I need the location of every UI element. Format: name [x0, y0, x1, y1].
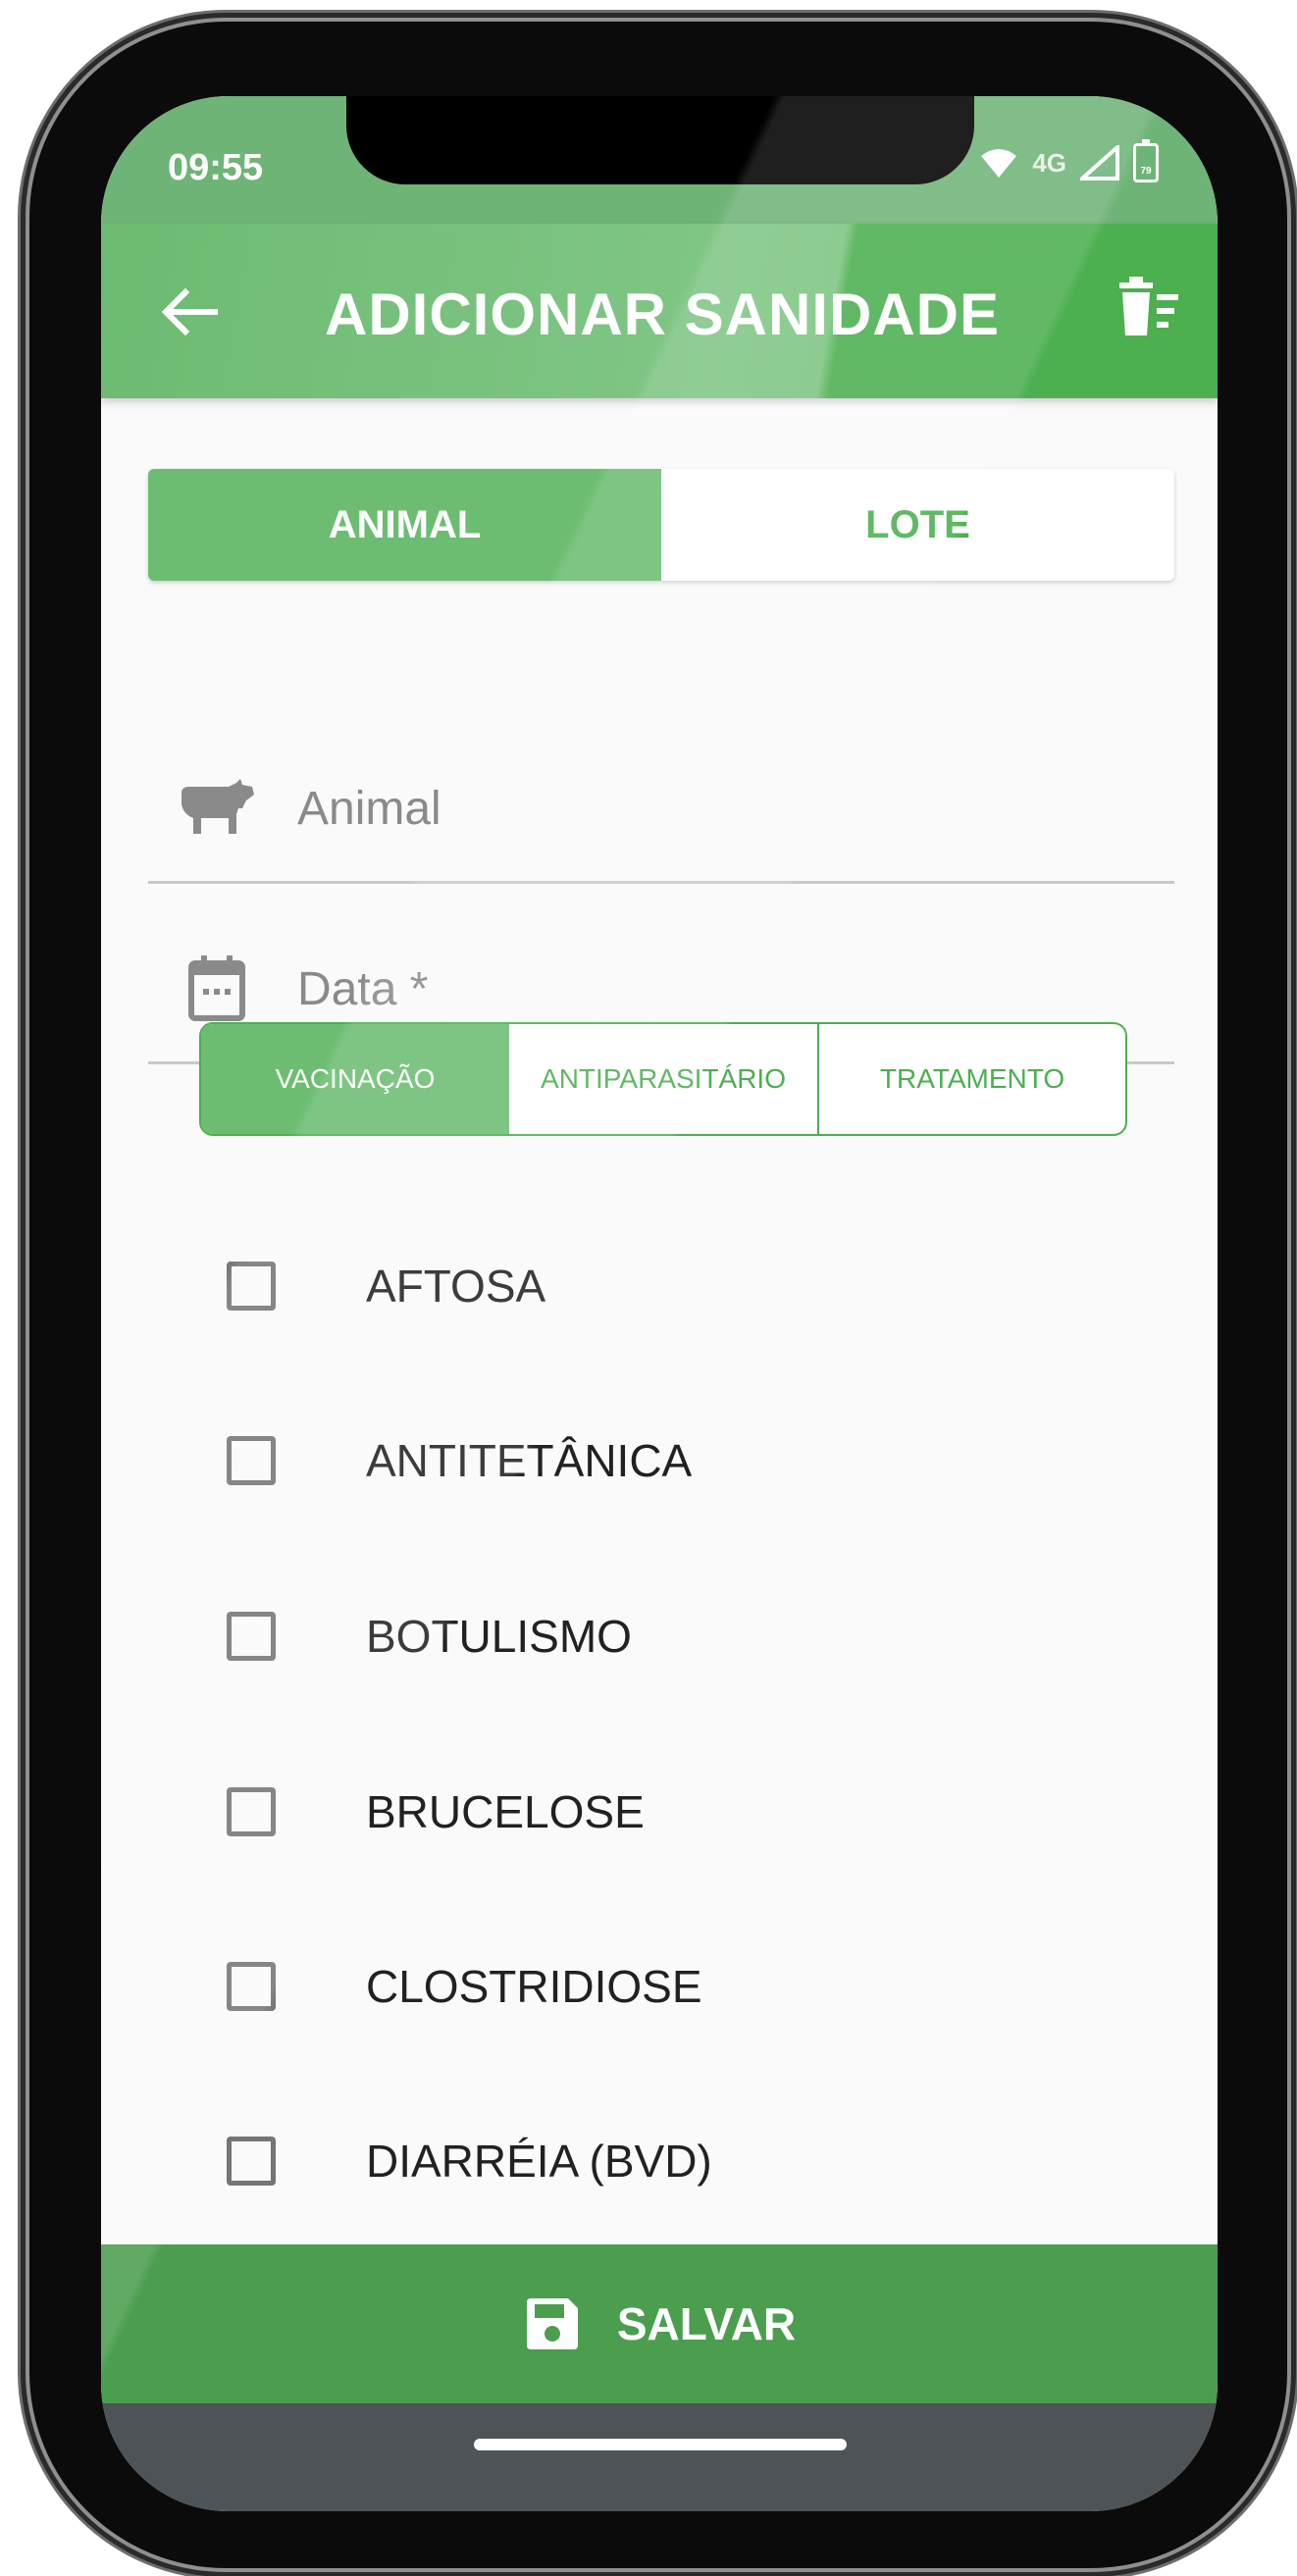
checkbox[interactable] — [227, 2137, 276, 2186]
tab-lote-label: LOTE — [865, 502, 970, 546]
navigation-bar — [101, 2403, 1218, 2511]
checkbox[interactable] — [227, 1787, 276, 1836]
battery-level: 79 — [1140, 166, 1152, 177]
tab-animal-label: ANIMAL — [328, 502, 482, 546]
status-bar: 09:55 4G 79 — [101, 96, 1218, 224]
vaccine-label: DIARRÉIA (BVD) — [366, 2136, 712, 2187]
wifi-icon — [981, 149, 1017, 178]
tab-tratamento[interactable]: TRATAMENTO — [817, 1024, 1125, 1134]
list-item[interactable]: DIARRÉIA (BVD) — [101, 2089, 1218, 2237]
vaccine-label: AFTOSA — [366, 1261, 546, 1312]
back-button[interactable] — [150, 273, 229, 351]
animal-input[interactable] — [295, 773, 1133, 844]
save-label: SALVAR — [616, 2298, 797, 2349]
type-tabs: VACINAÇÃO ANTIPARASITÁRIO TRATAMENTO — [199, 1022, 1127, 1136]
tab-lote[interactable]: LOTE — [661, 469, 1174, 581]
calendar-icon — [188, 955, 245, 1021]
tab-antiparasitario[interactable]: ANTIPARASITÁRIO — [509, 1024, 817, 1134]
home-indicator[interactable] — [474, 2439, 847, 2450]
delete-sweep-icon — [1119, 277, 1178, 335]
tab-antiparasitario-label: ANTIPARASITÁRIO — [541, 1063, 786, 1094]
floppy-disk-icon — [526, 2298, 578, 2349]
checkbox[interactable] — [227, 1612, 276, 1661]
status-icons: 4G 79 — [979, 139, 1159, 182]
tab-vacinacao-label: VACINAÇÃO — [275, 1063, 436, 1094]
device-frame: 09:55 4G 79 ADICIONAR SANIDADE ANIMAL LO… — [0, 0, 1297, 2576]
save-button[interactable]: SALVAR — [101, 2244, 1218, 2403]
list-item[interactable]: CLOSTRIDIOSE — [101, 1915, 1218, 2062]
checkbox[interactable] — [227, 1436, 276, 1485]
network-type: 4G — [1032, 147, 1066, 178]
status-time: 09:55 — [168, 147, 264, 188]
vaccine-label: BOTULISMO — [366, 1611, 632, 1662]
app-screen: 09:55 4G 79 ADICIONAR SANIDADE ANIMAL LO… — [101, 96, 1218, 2511]
tab-tratamento-label: TRATAMENTO — [879, 1063, 1065, 1094]
vaccine-label: BRUCELOSE — [366, 1786, 645, 1837]
checkbox[interactable] — [227, 1962, 276, 2011]
signal-icon — [1080, 145, 1119, 180]
list-item[interactable]: AFTOSA — [101, 1214, 1218, 1362]
page-title: ADICIONAR SANIDADE — [325, 282, 1001, 347]
cow-icon — [182, 779, 254, 834]
vaccine-label: ANTITETÂNICA — [366, 1435, 693, 1486]
clear-button[interactable] — [1110, 271, 1188, 349]
scope-tabs: ANIMAL LOTE — [148, 469, 1174, 581]
checkbox[interactable] — [227, 1262, 276, 1311]
list-item[interactable]: BRUCELOSE — [101, 1740, 1218, 1887]
date-input[interactable] — [295, 953, 1133, 1024]
arrow-left-icon — [161, 287, 218, 336]
app-bar: ADICIONAR SANIDADE — [101, 224, 1218, 398]
list-item[interactable]: ANTITETÂNICA — [101, 1389, 1218, 1536]
animal-field — [148, 734, 1174, 884]
vaccine-label: CLOSTRIDIOSE — [366, 1961, 702, 2012]
tab-animal[interactable]: ANIMAL — [148, 469, 661, 581]
battery-icon: 79 — [1133, 139, 1159, 182]
list-item[interactable]: BOTULISMO — [101, 1565, 1218, 1712]
tab-vacinacao[interactable]: VACINAÇÃO — [201, 1024, 509, 1134]
camera-notch — [346, 96, 974, 184]
